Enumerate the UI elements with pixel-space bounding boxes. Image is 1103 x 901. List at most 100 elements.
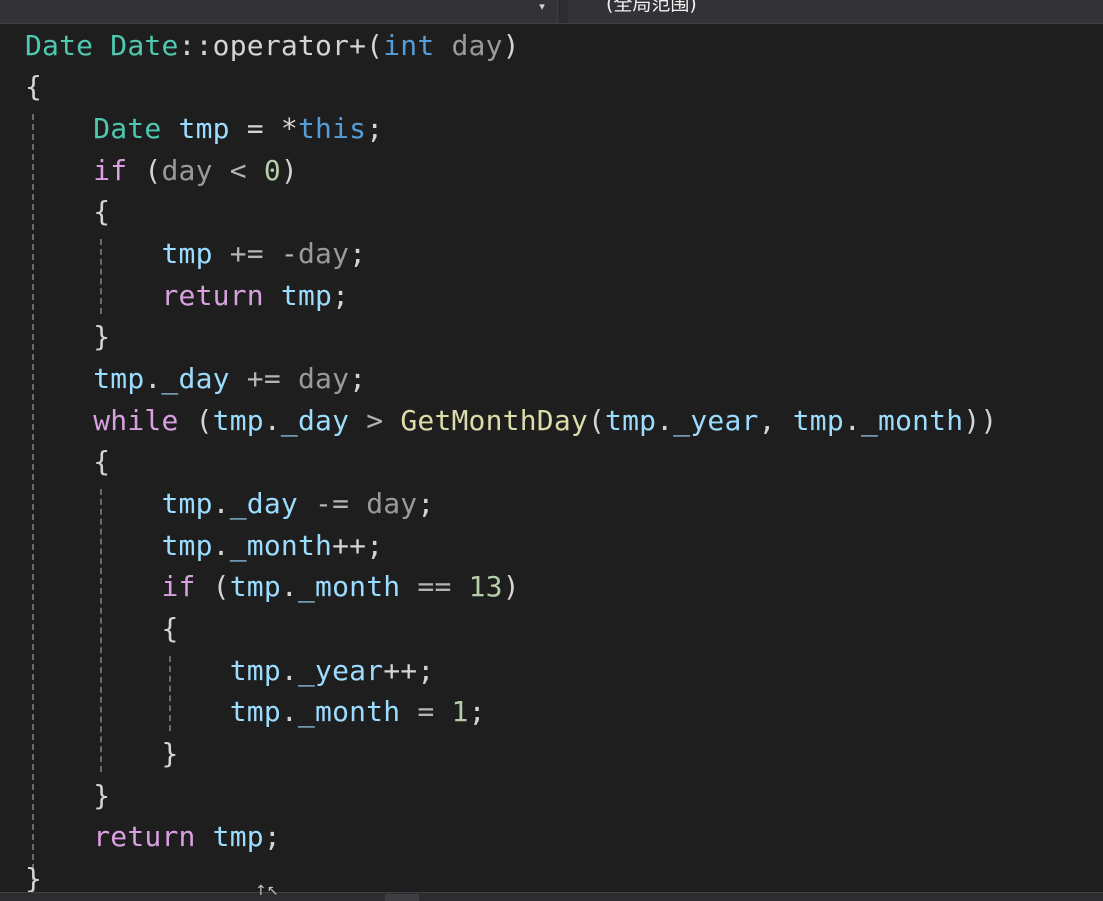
code-line: } — [25, 859, 42, 892]
punctuation-token — [25, 404, 93, 437]
code-line: tmp._month = 1; — [25, 692, 486, 732]
punctuation-token: ++; — [383, 654, 435, 687]
punctuation-token: . — [280, 654, 298, 687]
punctuation-token: ( — [587, 404, 606, 437]
code-editor[interactable]: Date Date::operator+(int day){ Date tmp … — [0, 24, 1103, 892]
punctuation-token — [25, 362, 93, 395]
code-line: { — [25, 442, 110, 482]
variable-token: _year — [673, 404, 759, 437]
punctuation-token — [25, 112, 93, 145]
punctuation-token — [25, 695, 230, 728]
scope-dropdown[interactable]: (全局范围) — [568, 0, 1103, 23]
punctuation-token: } — [93, 779, 111, 812]
variable-token: tmp — [792, 404, 844, 437]
operator-token: == — [400, 570, 469, 603]
punctuation-token: = * — [229, 112, 298, 145]
keyword-token: this — [297, 112, 367, 145]
variable-token: _month — [229, 529, 333, 562]
punctuation-token — [25, 154, 93, 187]
punctuation-token: . — [280, 570, 298, 603]
punctuation-token — [25, 820, 93, 853]
punctuation-token: } — [25, 862, 43, 892]
code-line: while (tmp._day > GetMonthDay(tmp._year,… — [25, 401, 997, 441]
punctuation-token — [25, 320, 93, 353]
punctuation-token: . — [263, 404, 281, 437]
navigation-bar: ▾ (全局范围) — [0, 0, 1103, 24]
variable-token: tmp — [161, 529, 213, 562]
variable-token: tmp — [229, 654, 281, 687]
punctuation-token: ; — [366, 112, 384, 145]
control-keyword-token: if — [93, 154, 128, 187]
code-line: { — [25, 609, 179, 649]
punctuation-token: ) — [502, 29, 520, 62]
parameter-token: day — [297, 362, 350, 395]
variable-token: tmp — [229, 570, 281, 603]
code-line: if (day < 0) — [25, 151, 298, 191]
punctuation-token: ( — [178, 404, 213, 437]
code-line: { — [25, 192, 110, 232]
code-line: } — [25, 317, 110, 357]
punctuation-token: , — [758, 404, 793, 437]
horizontal-scrollbar-thumb[interactable] — [385, 894, 419, 901]
variable-token: _day — [229, 487, 298, 520]
punctuation-token: { — [93, 195, 111, 228]
punctuation-token — [25, 195, 93, 228]
punctuation-token — [25, 279, 161, 312]
code-line: tmp += -day; — [25, 234, 366, 274]
punctuation-token — [196, 820, 213, 853]
punctuation-token — [93, 29, 110, 62]
code-line: if (tmp._month == 13) — [25, 567, 520, 607]
control-keyword-token: if — [161, 570, 196, 603]
punctuation-token: . — [212, 487, 230, 520]
code-line: } — [25, 776, 110, 816]
punctuation-token: } — [93, 320, 111, 353]
variable-token: _year — [297, 654, 384, 687]
variable-token: tmp — [178, 112, 230, 145]
code-line: } — [25, 734, 179, 774]
variable-token: tmp — [605, 404, 657, 437]
number-token: 1 — [451, 695, 469, 728]
variable-token: tmp — [93, 362, 145, 395]
parameter-token: day — [366, 487, 418, 520]
punctuation-token — [25, 487, 161, 520]
code-line: return tmp; — [25, 817, 281, 857]
code-line: Date tmp = *this; — [25, 109, 383, 149]
control-keyword-token: return — [161, 279, 264, 312]
type-token: Date — [25, 29, 94, 62]
operator-token: -= — [297, 487, 367, 520]
type-token: Date — [93, 112, 162, 145]
control-keyword-token: return — [93, 820, 196, 853]
punctuation-token: ; — [417, 487, 435, 520]
variable-token: _day — [280, 404, 350, 437]
punctuation-token — [161, 112, 178, 145]
punctuation-token: ; — [349, 237, 367, 270]
function-token: GetMonthDay — [400, 404, 588, 437]
variable-token: tmp — [212, 404, 264, 437]
control-keyword-token: while — [93, 404, 179, 437]
punctuation-token — [25, 237, 161, 270]
punctuation-token — [25, 612, 161, 645]
number-token: 13 — [468, 570, 503, 603]
punctuation-token — [25, 445, 93, 478]
variable-token: tmp — [229, 695, 281, 728]
operator-token: = — [400, 695, 452, 728]
status-bar: ↑↖ — [0, 884, 1103, 901]
operator-token: += - — [212, 237, 298, 270]
code-line: { — [25, 67, 42, 107]
punctuation-token: ++; — [332, 529, 384, 562]
code-line: tmp._day += day; — [25, 359, 366, 399]
cursor-icon: ↑↖ — [255, 883, 279, 899]
operator-token: < — [212, 154, 264, 187]
punctuation-token: ; — [263, 820, 281, 853]
member-dropdown[interactable]: ▾ — [0, 0, 558, 23]
punctuation-token — [25, 737, 161, 770]
variable-token: _month — [297, 695, 401, 728]
punctuation-token: . — [212, 529, 230, 562]
parameter-token: day — [297, 237, 350, 270]
keyword-token: int — [383, 29, 435, 62]
chevron-down-icon[interactable]: ▾ — [535, 0, 549, 14]
punctuation-token: ::operator+( — [178, 29, 384, 62]
punctuation-token: { — [93, 445, 111, 478]
punctuation-token: ; — [468, 695, 486, 728]
punctuation-token: )) — [963, 404, 998, 437]
